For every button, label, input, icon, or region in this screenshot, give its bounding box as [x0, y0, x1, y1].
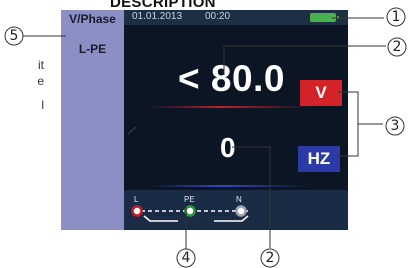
frequency-divider: [149, 185, 309, 187]
status-bar: 01.01.2013 00:20: [124, 10, 348, 25]
frequency-value: 0: [220, 132, 236, 163]
probe-l-label: L: [134, 195, 139, 204]
probe-pe-label: PE: [184, 195, 195, 204]
callout-number-4: 4: [181, 250, 191, 266]
callout-number-2-top: 2: [392, 39, 402, 55]
voltage-unit-badge: V: [300, 80, 342, 106]
callout-number-3: 3: [390, 118, 400, 134]
callout-number-5: 5: [9, 28, 19, 44]
main-measurement-value: < 80.0: [178, 58, 285, 99]
frequency-unit-badge: HZ: [298, 146, 340, 172]
voltage-divider: [149, 106, 309, 108]
probe-n-label: N: [236, 195, 242, 204]
side-text-line: e: [37, 74, 44, 88]
side-text-line: l: [41, 98, 44, 112]
decor-stroke: [127, 126, 137, 135]
submode-label[interactable]: L-PE: [61, 42, 124, 56]
probe-pe-icon: [184, 205, 196, 217]
callout-number-1: 1: [391, 9, 401, 25]
probe-l-icon: [131, 205, 143, 217]
mode-sidebar: V/Phase L-PE: [61, 10, 124, 230]
battery-icon: [310, 13, 339, 22]
mode-label[interactable]: V/Phase: [61, 12, 124, 26]
callout-number-2-bottom: 2: [265, 250, 275, 266]
time-readout: 00:20: [205, 11, 231, 22]
device-screen: V/Phase L-PE 01.01.2013 00:20 < 80.0 V 0…: [61, 10, 348, 230]
probe-bracket: [143, 215, 249, 222]
date-readout: 01.01.2013: [132, 11, 183, 22]
probe-n-icon: [235, 205, 247, 217]
